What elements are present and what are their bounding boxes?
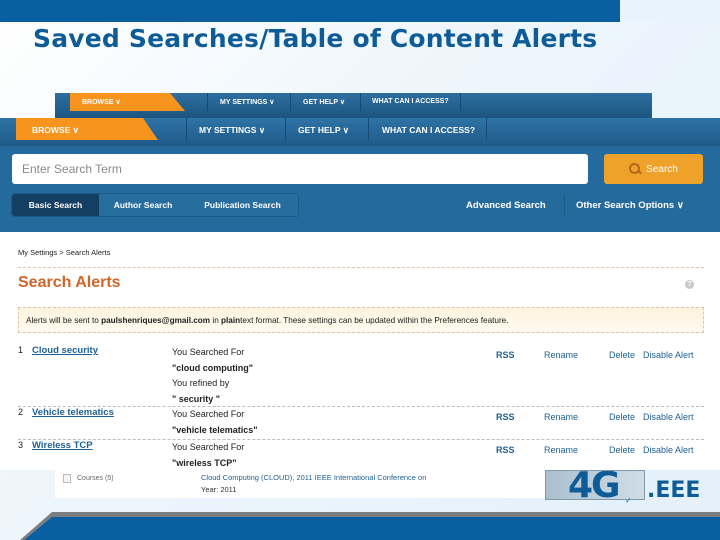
nav-divider bbox=[460, 93, 461, 111]
alert-delivery-notice: Alerts will be sent to paulshenriques@gm… bbox=[18, 307, 704, 333]
delete-link[interactable]: Delete bbox=[609, 412, 635, 422]
search-icon bbox=[629, 163, 641, 175]
alert-description: You Searched For "vehicle telematics" bbox=[172, 407, 258, 438]
nav-what-can-i-access[interactable]: WHAT CAN I ACCESS? bbox=[382, 125, 475, 135]
alert-description: You Searched For "wireless TCP" bbox=[172, 440, 244, 471]
tab-basic-search[interactable]: Basic Search bbox=[12, 194, 99, 216]
rename-link[interactable]: Rename bbox=[544, 445, 578, 455]
result-title: Cloud Computing (CLOUD), 2011 IEEE Inter… bbox=[201, 473, 427, 482]
search-input[interactable] bbox=[12, 154, 588, 184]
nav-divider bbox=[360, 93, 361, 111]
notice-middle: in bbox=[210, 316, 222, 325]
top-decorative-band bbox=[0, 0, 670, 22]
background-nav-browse: BROWSE ∨ bbox=[70, 93, 185, 111]
tab-publication-search[interactable]: Publication Search bbox=[187, 194, 298, 216]
nav-browse[interactable]: BROWSE ∨ bbox=[16, 118, 158, 140]
search-query: "cloud computing" bbox=[172, 362, 254, 373]
refined-label: You refined by bbox=[172, 378, 230, 388]
rss-link[interactable]: RSS bbox=[496, 350, 515, 360]
nav-divider bbox=[285, 118, 286, 140]
search-button[interactable]: Search bbox=[604, 154, 703, 184]
divider bbox=[564, 194, 565, 216]
nav-divider bbox=[186, 118, 187, 140]
checkbox-icon bbox=[63, 474, 71, 483]
nav-divider bbox=[486, 118, 487, 140]
nav-get-help[interactable]: GET HELP ∨ bbox=[298, 125, 349, 136]
searched-label: You Searched For bbox=[172, 442, 245, 452]
notice-suffix: text format. These settings can be updat… bbox=[240, 316, 509, 325]
background-search-result: Courses (5) Cloud Computing (CLOUD), 201… bbox=[55, 470, 545, 498]
disable-alert-link[interactable]: Disable Alert bbox=[643, 445, 694, 455]
alert-name-link[interactable]: Vehicle telematics bbox=[32, 407, 114, 418]
nav-divider bbox=[368, 118, 369, 140]
alert-number: 1 bbox=[18, 345, 24, 355]
refinement-query: " security " bbox=[172, 393, 221, 404]
nav-divider bbox=[290, 93, 291, 111]
alert-row: 1 Cloud security You Searched For "cloud… bbox=[18, 345, 704, 409]
search-alerts-panel: My Settings > Search Alerts Search Alert… bbox=[0, 232, 720, 470]
nav-divider bbox=[207, 93, 208, 111]
bottom-decorative-band bbox=[24, 517, 720, 540]
searched-label: You Searched For bbox=[172, 409, 245, 419]
notice-prefix: Alerts will be sent to bbox=[26, 316, 102, 325]
searched-label: You Searched For bbox=[172, 347, 245, 357]
breadcrumb: My Settings > Search Alerts bbox=[18, 248, 111, 257]
help-icon[interactable]: ? bbox=[685, 280, 694, 289]
logo-4g-text: 4G bbox=[568, 470, 621, 500]
search-query: "vehicle telematics" bbox=[172, 424, 258, 435]
alert-name-link[interactable]: Wireless TCP bbox=[32, 440, 93, 451]
background-nav-bar: BROWSE ∨ MY SETTINGS ∨ GET HELP ∨ WHAT C… bbox=[55, 93, 652, 118]
notice-format: plain bbox=[221, 316, 241, 325]
top-band-accent bbox=[620, 0, 720, 22]
search-query: "wireless TCP" bbox=[172, 457, 237, 468]
nav-my-settings[interactable]: MY SETTINGS ∨ bbox=[199, 125, 265, 136]
search-region: Search Basic Search Author Search Public… bbox=[0, 146, 720, 232]
alert-number: 2 bbox=[18, 407, 24, 417]
alert-row: 3 Wireless TCP You Searched For "wireles… bbox=[18, 439, 704, 471]
facet-courses: Courses (5) bbox=[63, 474, 114, 483]
tab-author-search[interactable]: Author Search bbox=[99, 194, 187, 216]
background-nav-my-settings: MY SETTINGS ∨ bbox=[220, 99, 275, 106]
page-heading: Search Alerts bbox=[18, 274, 121, 291]
facet-label: Courses (5) bbox=[77, 475, 114, 482]
logo-chevron-icon: ✓ bbox=[625, 496, 632, 505]
rss-link[interactable]: RSS bbox=[496, 412, 515, 422]
logo-eee-text: .EEE bbox=[647, 478, 701, 503]
search-button-label: Search bbox=[646, 163, 678, 175]
search-type-tabs: Basic Search Author Search Publication S… bbox=[11, 193, 299, 217]
alert-description: You Searched For "cloud computing" You r… bbox=[172, 345, 253, 407]
other-search-options-dropdown[interactable]: Other Search Options ∨ bbox=[576, 200, 684, 211]
main-nav-bar: BROWSE ∨ MY SETTINGS ∨ GET HELP ∨ WHAT C… bbox=[0, 118, 720, 146]
disable-alert-link[interactable]: Disable Alert bbox=[643, 350, 694, 360]
alert-number: 3 bbox=[18, 440, 24, 450]
result-year: Year: 2011 bbox=[201, 485, 237, 494]
slide-title: Saved Searches/Table of Content Alerts bbox=[33, 24, 598, 53]
background-nav-get-help: GET HELP ∨ bbox=[303, 99, 345, 106]
rename-link[interactable]: Rename bbox=[544, 350, 578, 360]
delete-link[interactable]: Delete bbox=[609, 445, 635, 455]
rss-link[interactable]: RSS bbox=[496, 445, 515, 455]
delete-link[interactable]: Delete bbox=[609, 350, 635, 360]
divider bbox=[18, 267, 704, 268]
rename-link[interactable]: Rename bbox=[544, 412, 578, 422]
alert-row: 2 Vehicle telematics You Searched For "v… bbox=[18, 406, 704, 438]
disable-alert-link[interactable]: Disable Alert bbox=[643, 412, 694, 422]
notice-email: paulshenriques@gmail.com bbox=[101, 316, 211, 325]
advanced-search-link[interactable]: Advanced Search bbox=[466, 200, 546, 211]
background-nav-what-can-i-access: WHAT CAN I ACCESS? bbox=[372, 98, 449, 105]
alert-name-link[interactable]: Cloud security bbox=[32, 345, 98, 356]
